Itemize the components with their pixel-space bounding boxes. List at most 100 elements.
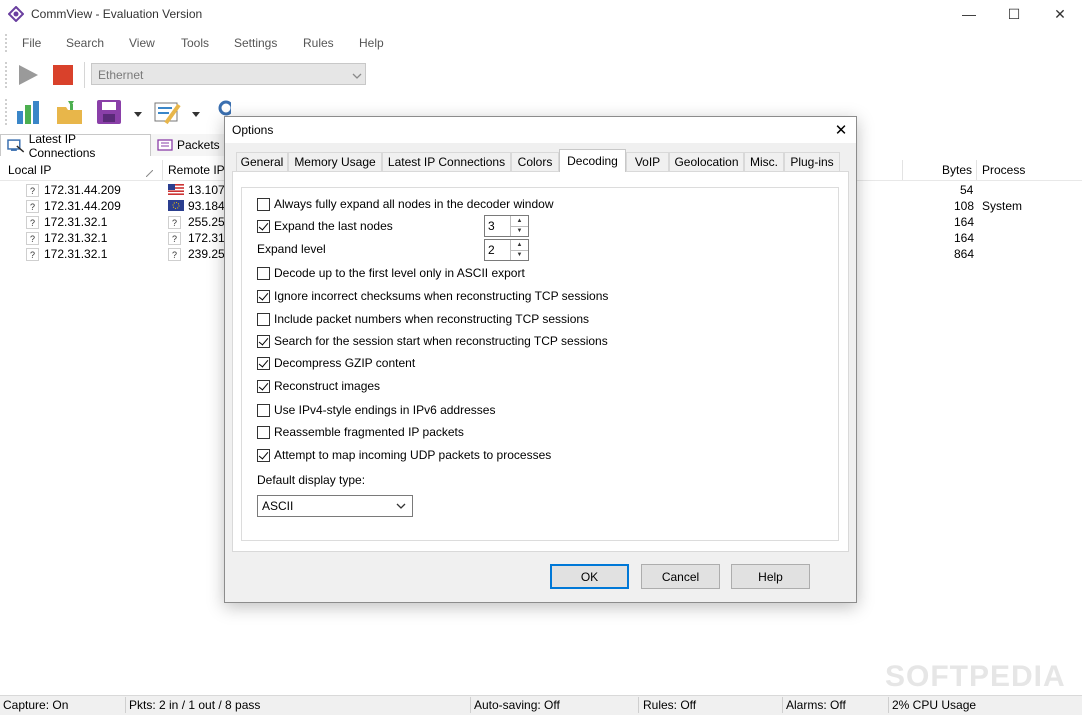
tab-memory-usage[interactable]: Memory Usage: [288, 152, 382, 171]
option-search-session-start[interactable]: Search for the session start when recons…: [257, 334, 608, 348]
option-label: Use IPv4-style endings in IPv6 addresses: [274, 403, 496, 417]
expand-level-label: Expand level: [257, 242, 326, 256]
cell-bytes[interactable]: 54: [960, 183, 973, 197]
tab-general[interactable]: General: [236, 152, 288, 171]
cell-local-ip[interactable]: 172.31.44.209: [44, 199, 121, 213]
column-divider[interactable]: [902, 160, 903, 180]
adapter-select[interactable]: Ethernet: [91, 63, 366, 85]
status-divider: [638, 697, 639, 713]
rules-dropdown-icon[interactable]: [192, 107, 200, 121]
dialog-close-button[interactable]: ✕: [827, 119, 855, 141]
stepper-value: 3: [488, 219, 495, 233]
sort-indicator-icon: [145, 166, 154, 180]
help-button[interactable]: Help: [731, 564, 810, 589]
statistics-chart-icon[interactable]: [16, 99, 42, 128]
option-ignore-checksums[interactable]: Ignore incorrect checksums when reconstr…: [257, 289, 608, 303]
menu-file[interactable]: File: [22, 36, 41, 50]
tab-plug-ins[interactable]: Plug-ins: [784, 152, 840, 171]
save-icon[interactable]: [96, 99, 122, 128]
menu-help[interactable]: Help: [359, 36, 384, 50]
status-packets: Pkts: 2 in / 1 out / 8 pass: [129, 698, 261, 712]
expand-level-stepper[interactable]: 2 ▲ ▼: [484, 239, 529, 261]
status-cpu: 2% CPU Usage: [892, 698, 977, 712]
option-decompress-gzip[interactable]: Decompress GZIP content: [257, 356, 415, 370]
checkbox[interactable]: [257, 289, 270, 303]
header-local-ip[interactable]: Local IP: [8, 163, 51, 177]
cell-bytes[interactable]: 108: [954, 199, 974, 213]
checkbox[interactable]: [257, 403, 270, 417]
tab-voip[interactable]: VoIP: [626, 152, 669, 171]
cell-local-ip[interactable]: 172.31.32.1: [44, 247, 107, 261]
window-title: CommView - Evaluation Version: [31, 7, 203, 21]
tab-latest-ip-connections[interactable]: Latest IP Connections: [0, 132, 151, 160]
app-icon: [7, 5, 25, 23]
menu-view[interactable]: View: [129, 36, 155, 50]
option-expand-last-nodes[interactable]: Expand the last nodes: [257, 219, 393, 233]
checkbox[interactable]: [257, 219, 270, 233]
checkbox[interactable]: [257, 312, 270, 326]
display-type-select[interactable]: ASCII: [257, 495, 413, 517]
option-reassemble-fragmented[interactable]: Reassemble fragmented IP packets: [257, 425, 464, 439]
status-rules: Rules: Off: [643, 698, 697, 712]
checkbox[interactable]: [257, 266, 270, 280]
option-always-expand[interactable]: Always fully expand all nodes in the dec…: [257, 197, 554, 211]
checkbox[interactable]: [257, 197, 270, 211]
tab-colors[interactable]: Colors: [511, 152, 559, 171]
header-bytes[interactable]: Bytes: [942, 163, 972, 177]
close-window-button[interactable]: ✕: [1037, 0, 1082, 28]
cell-bytes[interactable]: 164: [954, 231, 974, 245]
menu-settings[interactable]: Settings: [234, 36, 277, 50]
column-divider[interactable]: [162, 160, 163, 180]
cell-remote-ip[interactable]: 13.107.: [188, 183, 228, 197]
stepper-down-icon[interactable]: ▼: [511, 226, 528, 236]
option-ipv4-style-endings[interactable]: Use IPv4-style endings in IPv6 addresses: [257, 403, 495, 417]
ok-button[interactable]: OK: [550, 564, 629, 589]
expand-last-nodes-stepper[interactable]: 3 ▲ ▼: [484, 215, 529, 237]
cell-local-ip[interactable]: 172.31.32.1: [44, 231, 107, 245]
tab-latest-ip-connections-label: Latest IP Connections: [28, 131, 96, 160]
checkbox[interactable]: [257, 448, 270, 462]
checkbox[interactable]: [257, 379, 270, 393]
tab-packets[interactable]: Packets: [151, 134, 227, 156]
status-divider: [782, 697, 783, 713]
stepper-down-icon[interactable]: ▼: [511, 250, 528, 260]
unknown-country-icon: ?: [26, 200, 39, 213]
cell-local-ip[interactable]: 172.31.44.209: [44, 183, 121, 197]
column-divider[interactable]: [976, 160, 977, 180]
minimize-button[interactable]: —: [946, 0, 992, 28]
tab-packets-label: Packets: [177, 138, 220, 152]
start-capture-icon[interactable]: [17, 64, 39, 89]
option-include-packet-numbers[interactable]: Include packet numbers when reconstructi…: [257, 312, 589, 326]
maximize-button[interactable]: ☐: [991, 0, 1037, 28]
save-dropdown-icon[interactable]: [134, 107, 142, 121]
tab-latest-ip-connections-options[interactable]: Latest IP Connections: [382, 152, 511, 171]
packets-icon: [157, 139, 173, 151]
stop-capture-icon[interactable]: [53, 65, 73, 85]
option-reconstruct-images[interactable]: Reconstruct images: [257, 379, 380, 393]
header-remote-ip[interactable]: Remote IP: [168, 163, 225, 177]
menu-tools[interactable]: Tools: [181, 36, 209, 50]
edit-rules-icon[interactable]: [154, 99, 182, 128]
checkbox[interactable]: [257, 356, 270, 370]
cell-local-ip[interactable]: 172.31.32.1: [44, 215, 107, 229]
menu-search[interactable]: Search: [66, 36, 104, 50]
cancel-button[interactable]: Cancel: [641, 564, 720, 589]
option-label: Attempt to map incoming UDP packets to p…: [274, 448, 552, 462]
cell-bytes[interactable]: 864: [954, 247, 974, 261]
unknown-country-icon: ?: [26, 184, 39, 197]
cell-remote-ip[interactable]: 93.184.: [188, 199, 228, 213]
cell-process[interactable]: System: [982, 199, 1022, 213]
option-decode-first-level[interactable]: Decode up to the first level only in ASC…: [257, 266, 525, 280]
menu-rules[interactable]: Rules: [303, 36, 334, 50]
header-process[interactable]: Process: [982, 163, 1025, 177]
open-folder-icon[interactable]: [56, 99, 84, 128]
chevron-down-icon: [352, 69, 362, 83]
cell-remote-ip[interactable]: 172.31.: [188, 231, 228, 245]
tab-geolocation[interactable]: Geolocation: [669, 152, 744, 171]
option-map-udp-processes[interactable]: Attempt to map incoming UDP packets to p…: [257, 448, 551, 462]
checkbox[interactable]: [257, 425, 270, 439]
tab-misc[interactable]: Misc.: [744, 152, 784, 171]
checkbox[interactable]: [257, 334, 270, 348]
tab-decoding[interactable]: Decoding: [559, 149, 626, 172]
cell-bytes[interactable]: 164: [954, 215, 974, 229]
